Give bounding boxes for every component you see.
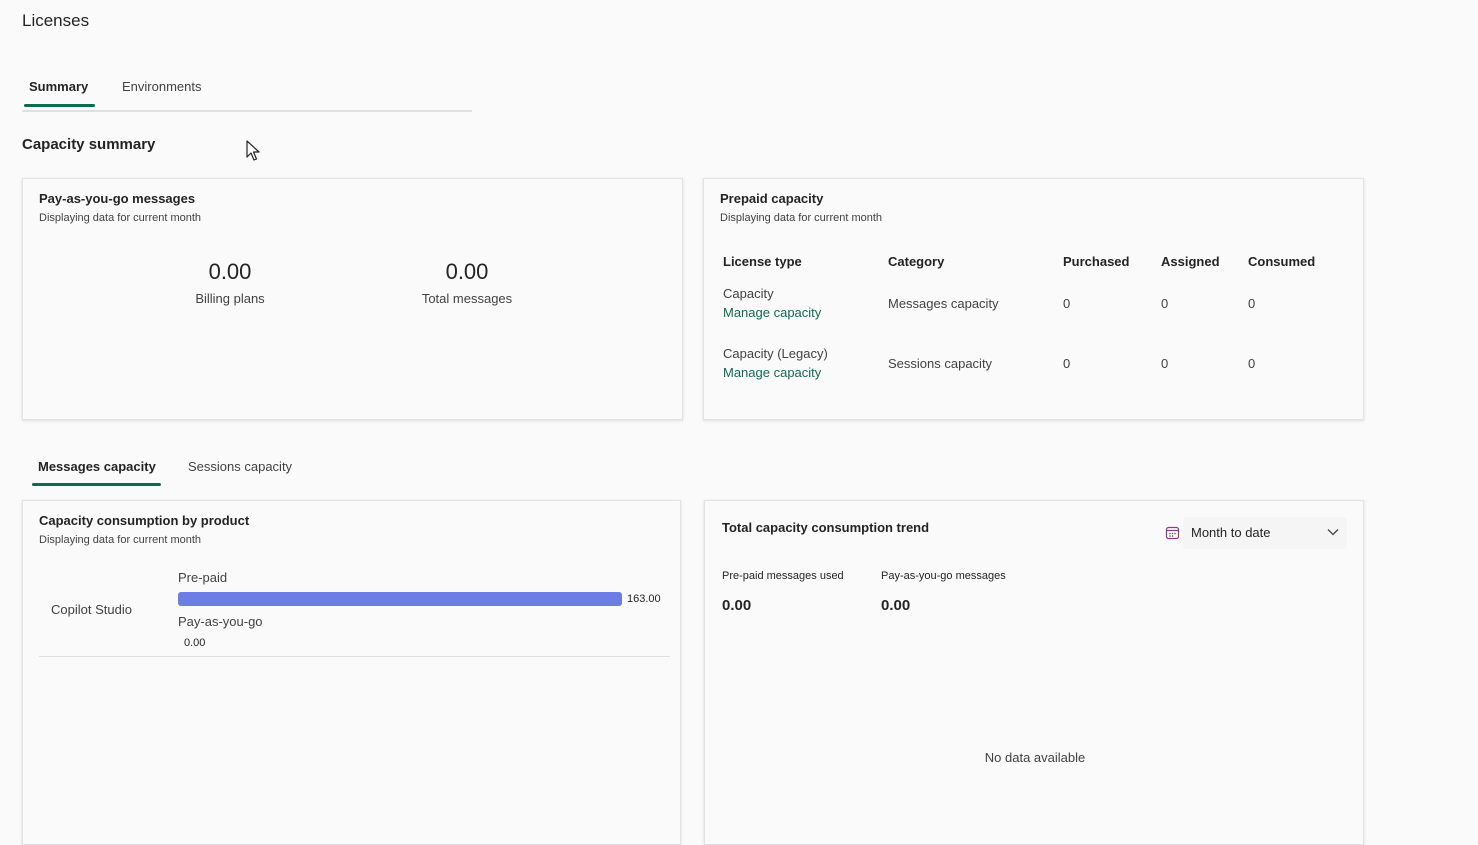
category-cell: Sessions capacity [888,355,993,371]
empty-state-text: No data available [984,750,1086,765]
active-tab-indicator [24,104,95,107]
trend-card-title: Total capacity consumption trend [722,520,930,535]
table-row: Capacity (Legacy) Manage capacity Sessio… [723,333,1338,393]
license-type-cell: Capacity (Legacy) Manage capacity [723,333,888,393]
column-header: Consumed [1248,253,1316,269]
consumption-card-subtitle: Displaying data for current month [39,534,202,546]
consumption-card-title: Capacity consumption by product [39,513,250,528]
payg-messages-card: Pay-as-you-go messages Displaying data f… [22,178,683,420]
prepaid-card-title: Prepaid capacity [720,191,824,206]
license-type: Capacity [723,286,774,301]
consumption-trend-card: Total capacity consumption trend Month t… [704,500,1364,845]
prepaid-used-value: 0.00 [722,597,752,614]
payg-messages-value: 0.00 [881,597,911,614]
total-messages-metric: 0.00 Total messages [387,259,547,306]
page-title: Licenses [22,11,90,30]
metric-value: 0.00 [208,259,252,284]
license-type: Capacity (Legacy) [723,346,828,361]
column-header: Purchased [1063,253,1130,269]
prepaid-card-subtitle: Displaying data for current month [720,212,883,224]
billing-plans-metric: 0.00 Billing plans [150,259,310,306]
column-header: Assigned [1161,253,1220,269]
consumed-cell: 0 [1248,355,1256,371]
dropdown-value: Month to date [1191,525,1271,540]
payg-card-title: Pay-as-you-go messages [39,191,196,206]
mouse-cursor-icon [246,140,260,161]
category-cell: Messages capacity [888,295,999,311]
tab-summary[interactable]: Summary [29,79,88,94]
metric-value: 0.00 [445,259,489,284]
product-name: Copilot Studio [51,602,132,617]
prepaid-table: License type Category Purchased Assigned… [723,249,1338,393]
payg-card-subtitle: Displaying data for current month [39,212,202,224]
tab-messages-capacity[interactable]: Messages capacity [38,459,156,474]
license-type-cell: Capacity Manage capacity [723,273,888,333]
manage-capacity-link[interactable]: Manage capacity [723,305,888,320]
purchased-cell: 0 [1063,355,1071,371]
tab-sessions-capacity[interactable]: Sessions capacity [188,459,292,474]
consumed-cell: 0 [1248,295,1256,311]
assigned-cell: 0 [1161,295,1169,311]
row-divider [39,656,670,657]
column-header: Category [888,253,945,269]
table-row: Capacity Manage capacity Messages capaci… [723,273,1338,333]
prepaid-bar-value: 163.00 [627,593,661,605]
top-tab-bar: Summary Environments [22,70,472,112]
table-header-row: License type Category Purchased Assigned… [723,249,1338,273]
capacity-tab-bar: Messages capacity Sessions capacity [22,452,322,488]
prepaid-consumption-bar[interactable] [178,592,622,606]
prepaid-used-label: Pre-paid messages used [722,570,844,582]
active-tab-indicator [32,483,161,486]
calendar-icon [1165,526,1180,540]
purchased-cell: 0 [1063,295,1071,311]
column-header: License type [723,253,802,269]
prepaid-bar-label: Pre-paid [178,570,228,585]
assigned-cell: 0 [1161,355,1169,371]
metric-label: Billing plans [195,291,265,306]
tab-environments[interactable]: Environments [122,79,201,94]
date-range-dropdown[interactable]: Month to date [1165,517,1347,549]
payg-messages-label: Pay-as-you-go messages [881,570,1006,582]
payg-bar-value: 0.00 [184,637,206,649]
metric-label: Total messages [421,291,513,306]
manage-capacity-link[interactable]: Manage capacity [723,365,888,380]
capacity-summary-heading: Capacity summary [22,136,156,153]
payg-bar-label: Pay-as-you-go [178,614,263,629]
consumption-by-product-card: Capacity consumption by product Displayi… [22,500,681,845]
prepaid-capacity-card: Prepaid capacity Displaying data for cur… [703,178,1364,420]
chevron-down-icon [1327,529,1339,536]
